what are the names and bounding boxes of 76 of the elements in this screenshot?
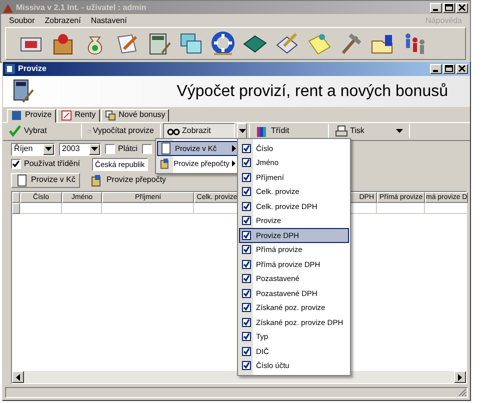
calculator-icon — [11, 78, 35, 104]
document-icon — [91, 174, 104, 187]
close-button[interactable] — [456, 64, 468, 74]
maximize-icon — [444, 3, 454, 12]
window-icon — [5, 64, 15, 74]
toolbar-button[interactable]: Zobrazit — [163, 123, 235, 140]
toolbar-button[interactable]: Tisk — [331, 123, 407, 140]
tab[interactable]: Provize v Kč — [11, 172, 80, 188]
printer-icon — [335, 124, 348, 138]
checkbox[interactable] — [242, 288, 251, 298]
checkbox[interactable] — [242, 216, 251, 226]
books-icon — [256, 124, 269, 138]
sticky-note-icon[interactable] — [306, 31, 332, 57]
document-icon — [16, 174, 28, 187]
resize-grip-icon[interactable] — [458, 388, 467, 397]
right-arrow-icon[interactable] — [458, 374, 462, 381]
dropdown-field[interactable]: Říjen — [11, 142, 55, 156]
minimize-button[interactable] — [430, 64, 442, 74]
dropdown-field[interactable]: 2003 — [59, 142, 101, 156]
caret-icon — [91, 147, 98, 152]
checkbox[interactable] — [242, 361, 251, 370]
menu-item[interactable]: Zobrazení — [44, 16, 81, 26]
checkbox[interactable] — [242, 332, 251, 342]
close-icon — [457, 3, 467, 12]
caret-icon — [45, 147, 52, 152]
left-arrow-icon[interactable] — [16, 374, 20, 381]
checkbox[interactable] — [105, 144, 115, 154]
checkbox[interactable] — [242, 346, 251, 356]
checkbox[interactable] — [242, 202, 251, 211]
table-cell — [425, 202, 468, 214]
app-logo-icon — [3, 2, 13, 12]
table-cell — [62, 202, 102, 214]
checkbox-label: Plátci — [118, 144, 138, 154]
checkbox[interactable] — [242, 158, 251, 168]
checkbox[interactable] — [242, 318, 251, 327]
document-icon — [160, 142, 172, 155]
caret-icon — [238, 129, 246, 134]
menu-item[interactable]: Nastavení — [90, 16, 127, 26]
toolbar-button[interactable]: Vybrat — [5, 123, 79, 140]
caret-icon — [396, 129, 403, 134]
close-button[interactable] — [456, 2, 468, 12]
checkbox[interactable] — [242, 187, 251, 196]
checkbox[interactable] — [11, 159, 21, 170]
tab[interactable]: Provize přepočty — [86, 172, 172, 188]
checkbox[interactable] — [242, 260, 251, 269]
minimize-button[interactable] — [430, 2, 442, 12]
maximize-icon — [444, 64, 454, 74]
close-icon — [457, 64, 467, 74]
header-title: Výpočet provizí, rent a nových bonusů — [176, 82, 449, 101]
submenu-arrow-icon — [232, 160, 236, 167]
tab[interactable]: Renty — [56, 108, 100, 122]
checkbox[interactable] — [142, 144, 152, 154]
checkbox-label: Používat třídění — [24, 159, 80, 169]
table-cell — [20, 202, 62, 214]
checkbox[interactable] — [242, 230, 251, 240]
maximize-button[interactable] — [443, 2, 455, 12]
checkbox[interactable] — [242, 172, 251, 182]
toolbar-button[interactable]: Třídit — [252, 123, 326, 140]
check-icon — [9, 124, 22, 138]
maximize-button[interactable] — [443, 64, 455, 74]
lifebuoy-icon[interactable] — [210, 31, 236, 57]
tab[interactable]: Provize — [7, 108, 56, 123]
table-cell — [377, 202, 425, 214]
checkbox[interactable] — [242, 144, 251, 153]
window-title: Provize — [18, 64, 46, 74]
tab-icon — [11, 110, 22, 121]
toolbar-button[interactable]: Vypočítat provize — [84, 123, 158, 140]
document-icon — [160, 157, 171, 170]
checkbox[interactable] — [242, 274, 251, 284]
checkbox[interactable] — [242, 245, 251, 254]
menu-item[interactable]: Soubor — [9, 16, 35, 26]
tab[interactable]: Nové bonusy — [100, 108, 170, 122]
checkbox[interactable] — [242, 303, 251, 312]
horizontal-scrollbar[interactable] — [12, 371, 466, 384]
submenu-arrow-icon — [232, 145, 236, 152]
window-title: Missiva v 2.1 Int. - uživatel : admin — [16, 2, 146, 12]
